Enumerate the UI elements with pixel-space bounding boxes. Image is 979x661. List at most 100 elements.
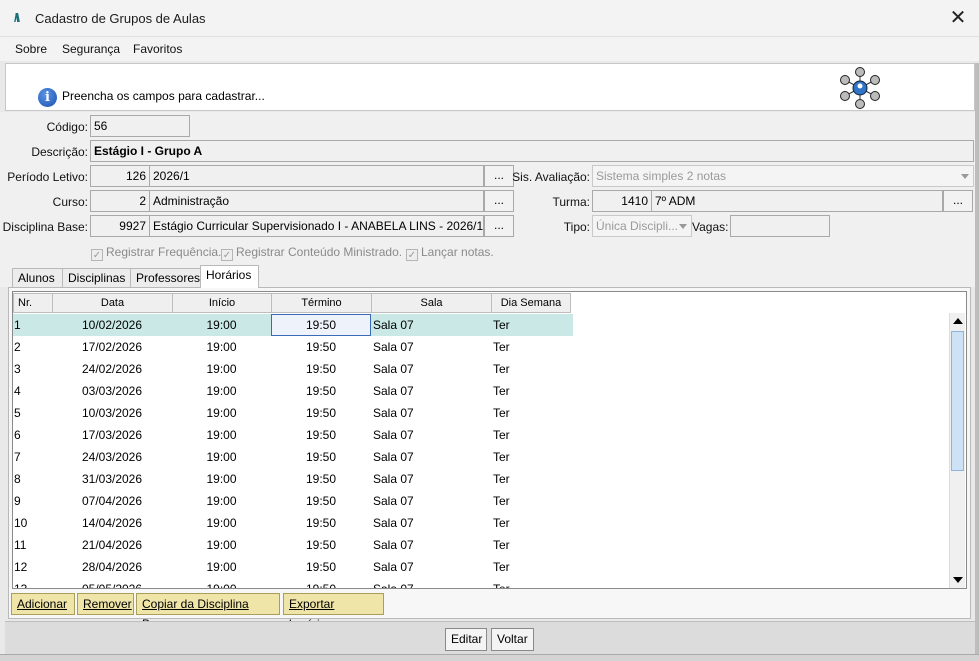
cell-data[interactable]: 07/04/2026 xyxy=(52,490,172,512)
cell-inicio[interactable]: 19:00 xyxy=(172,512,271,534)
col-header-termino[interactable]: Término xyxy=(271,293,372,313)
codigo-field[interactable]: 56 xyxy=(90,115,190,137)
tipo-select[interactable]: Única Discipli... xyxy=(592,215,692,237)
cell-data[interactable]: 03/03/2026 xyxy=(52,380,172,402)
disciplina-code-field[interactable]: 9927 xyxy=(90,215,150,237)
cell-data[interactable]: 24/02/2026 xyxy=(52,358,172,380)
scroll-up-icon[interactable] xyxy=(950,313,965,329)
cell-dia-semana[interactable]: Ter xyxy=(491,336,571,358)
cell-nr[interactable]: 11 xyxy=(13,534,51,556)
close-icon[interactable]: ✕ xyxy=(947,6,969,30)
cell-dia-semana[interactable]: Ter xyxy=(491,512,571,534)
cell-termino[interactable]: 19:50 xyxy=(271,468,371,490)
tab-professores[interactable]: Professores xyxy=(130,268,201,288)
cell-termino[interactable]: 19:50 xyxy=(271,314,371,336)
cell-inicio[interactable]: 19:00 xyxy=(172,490,271,512)
cell-inicio[interactable]: 19:00 xyxy=(172,534,271,556)
exportar-horarios-button[interactable]: Exportar horários xyxy=(283,593,384,631)
menu-seguranca[interactable]: Segurança xyxy=(62,42,120,56)
cell-termino[interactable]: 19:50 xyxy=(271,380,371,402)
frequencia-checkbox[interactable]: ✓ Registrar Frequência. xyxy=(91,245,221,261)
cell-dia-semana[interactable]: Ter xyxy=(491,424,571,446)
col-header-dia-semana[interactable]: Dia Semana xyxy=(491,293,571,313)
cell-data[interactable]: 10/02/2026 xyxy=(52,314,172,336)
periodo-field[interactable]: 2026/1 xyxy=(149,165,484,187)
cell-data[interactable]: 05/05/2026 xyxy=(52,578,172,588)
cell-dia-semana[interactable]: Ter xyxy=(491,490,571,512)
curso-lookup-button[interactable]: ... xyxy=(484,190,514,212)
cell-termino[interactable]: 19:50 xyxy=(271,534,371,556)
cell-dia-semana[interactable]: Ter xyxy=(491,578,571,588)
cell-sala[interactable]: Sala 07 xyxy=(371,402,491,424)
cell-nr[interactable]: 3 xyxy=(13,358,51,380)
cell-dia-semana[interactable]: Ter xyxy=(491,314,571,336)
table-row[interactable]: 6 17/03/2026 19:00 19:50 Sala 07 Ter xyxy=(13,424,573,446)
cell-nr[interactable]: 9 xyxy=(13,490,51,512)
voltar-button[interactable]: Voltar xyxy=(491,628,534,651)
cell-termino[interactable]: 19:50 xyxy=(271,556,371,578)
turma-field[interactable]: 7º ADM xyxy=(651,190,943,212)
cell-sala[interactable]: Sala 07 xyxy=(371,578,491,588)
cell-nr[interactable]: 13 xyxy=(13,578,51,588)
curso-field[interactable]: Administração xyxy=(149,190,484,212)
cell-sala[interactable]: Sala 07 xyxy=(371,512,491,534)
cell-termino[interactable]: 19:50 xyxy=(271,358,371,380)
tab-horarios[interactable]: Horários xyxy=(200,265,259,288)
cell-dia-semana[interactable]: Ter xyxy=(491,534,571,556)
sis-avaliacao-select[interactable]: Sistema simples 2 notas xyxy=(592,165,974,187)
notas-checkbox[interactable]: ✓ Lançar notas. xyxy=(406,245,494,261)
cell-data[interactable]: 31/03/2026 xyxy=(52,468,172,490)
periodo-code-field[interactable]: 126 xyxy=(90,165,150,187)
editar-button[interactable]: Editar xyxy=(445,628,487,651)
cell-termino[interactable]: 19:50 xyxy=(271,424,371,446)
cell-nr[interactable]: 6 xyxy=(13,424,51,446)
cell-inicio[interactable]: 19:00 xyxy=(172,446,271,468)
cell-dia-semana[interactable]: Ter xyxy=(491,402,571,424)
col-header-inicio[interactable]: Início xyxy=(172,293,272,313)
cell-nr[interactable]: 7 xyxy=(13,446,51,468)
cell-inicio[interactable]: 19:00 xyxy=(172,336,271,358)
cell-inicio[interactable]: 19:00 xyxy=(172,380,271,402)
cell-data[interactable]: 17/02/2026 xyxy=(52,336,172,358)
cell-sala[interactable]: Sala 07 xyxy=(371,468,491,490)
cell-sala[interactable]: Sala 07 xyxy=(371,446,491,468)
table-row[interactable]: 9 07/04/2026 19:00 19:50 Sala 07 Ter xyxy=(13,490,573,512)
cell-dia-semana[interactable]: Ter xyxy=(491,446,571,468)
table-row[interactable]: 12 28/04/2026 19:00 19:50 Sala 07 Ter xyxy=(13,556,573,578)
cell-nr[interactable]: 8 xyxy=(13,468,51,490)
cell-data[interactable]: 17/03/2026 xyxy=(52,424,172,446)
cell-inicio[interactable]: 19:00 xyxy=(172,358,271,380)
vagas-field[interactable] xyxy=(730,215,830,237)
col-header-nr[interactable]: Nr. xyxy=(13,293,53,313)
cell-inicio[interactable]: 19:00 xyxy=(172,468,271,490)
disciplina-lookup-button[interactable]: ... xyxy=(484,215,514,237)
table-row[interactable]: 5 10/03/2026 19:00 19:50 Sala 07 Ter xyxy=(13,402,573,424)
turma-code-field[interactable]: 1410 xyxy=(592,190,652,212)
cell-data[interactable]: 24/03/2026 xyxy=(52,446,172,468)
table-row[interactable]: 1 10/02/2026 19:00 19:50 Sala 07 Ter xyxy=(13,314,573,336)
scrollbar-thumb[interactable] xyxy=(951,331,964,471)
cell-dia-semana[interactable]: Ter xyxy=(491,358,571,380)
cell-termino[interactable]: 19:50 xyxy=(271,336,371,358)
table-row[interactable]: 7 24/03/2026 19:00 19:50 Sala 07 Ter xyxy=(13,446,573,468)
table-row[interactable]: 11 21/04/2026 19:00 19:50 Sala 07 Ter xyxy=(13,534,573,556)
table-row[interactable]: 10 14/04/2026 19:00 19:50 Sala 07 Ter xyxy=(13,512,573,534)
tab-disciplinas[interactable]: Disciplinas xyxy=(62,268,131,288)
cell-data[interactable]: 28/04/2026 xyxy=(52,556,172,578)
cell-sala[interactable]: Sala 07 xyxy=(371,534,491,556)
table-row[interactable]: 3 24/02/2026 19:00 19:50 Sala 07 Ter xyxy=(13,358,573,380)
conteudo-checkbox[interactable]: ✓ Registrar Conteúdo Ministrado. xyxy=(221,245,402,261)
cell-data[interactable]: 14/04/2026 xyxy=(52,512,172,534)
table-row[interactable]: 13 05/05/2026 19:00 19:50 Sala 07 Ter xyxy=(13,578,573,588)
cell-sala[interactable]: Sala 07 xyxy=(371,380,491,402)
cell-termino[interactable]: 19:50 xyxy=(271,402,371,424)
cell-nr[interactable]: 5 xyxy=(13,402,51,424)
disciplina-field[interactable]: Estágio Curricular Supervisionado I - AN… xyxy=(149,215,484,237)
cell-termino[interactable]: 19:50 xyxy=(271,446,371,468)
cell-dia-semana[interactable]: Ter xyxy=(491,468,571,490)
cell-data[interactable]: 10/03/2026 xyxy=(52,402,172,424)
curso-code-field[interactable]: 2 xyxy=(90,190,150,212)
cell-dia-semana[interactable]: Ter xyxy=(491,380,571,402)
cell-dia-semana[interactable]: Ter xyxy=(491,556,571,578)
cell-inicio[interactable]: 19:00 xyxy=(172,402,271,424)
